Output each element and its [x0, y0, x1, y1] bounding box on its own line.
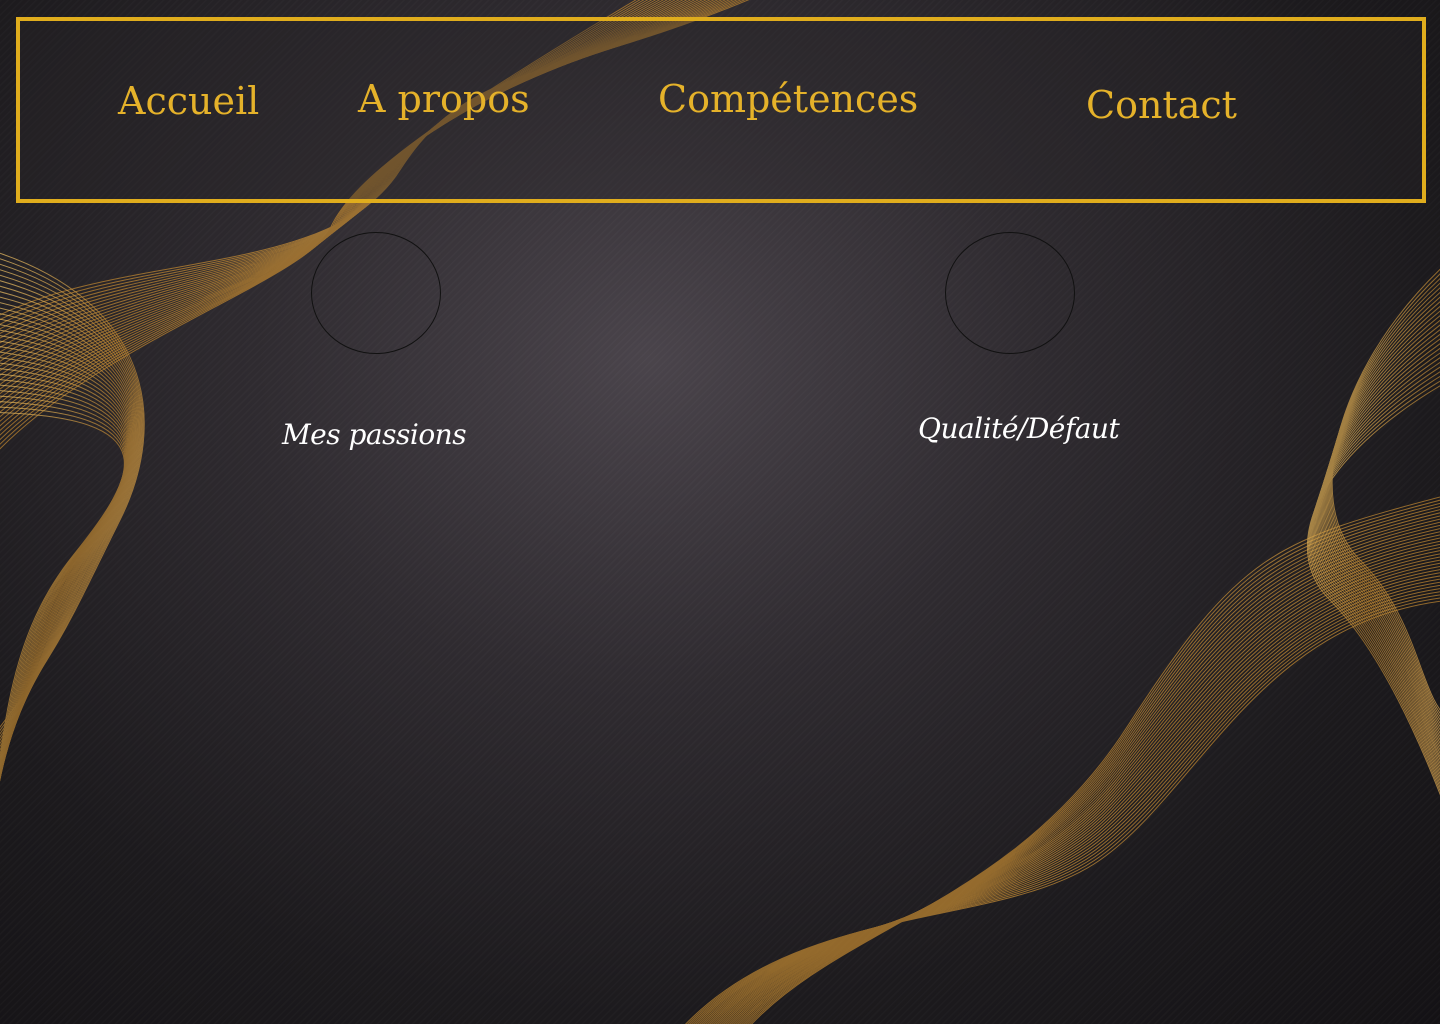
- wave-line: [1308, 376, 1440, 789]
- qualite-defaut-label: Qualité/Défaut: [918, 412, 1120, 445]
- nav-link-competences[interactable]: Compétences: [658, 77, 918, 121]
- wave-line: [717, 550, 1440, 1024]
- nav-link-a-propos[interactable]: A propos: [358, 77, 530, 121]
- main-navbar: Accueil A propos Compétences Contact: [16, 17, 1426, 203]
- wave-line: [0, 329, 134, 771]
- nav-link-accueil[interactable]: Accueil: [118, 79, 259, 123]
- qualite-defaut-circle-button[interactable]: [945, 232, 1075, 354]
- passions-label: Mes passions: [282, 418, 467, 451]
- nav-link-contact[interactable]: Contact: [1086, 83, 1237, 127]
- wave-line: [1313, 352, 1440, 772]
- passions-circle-button[interactable]: [311, 232, 441, 354]
- wave-line: [719, 547, 1440, 1024]
